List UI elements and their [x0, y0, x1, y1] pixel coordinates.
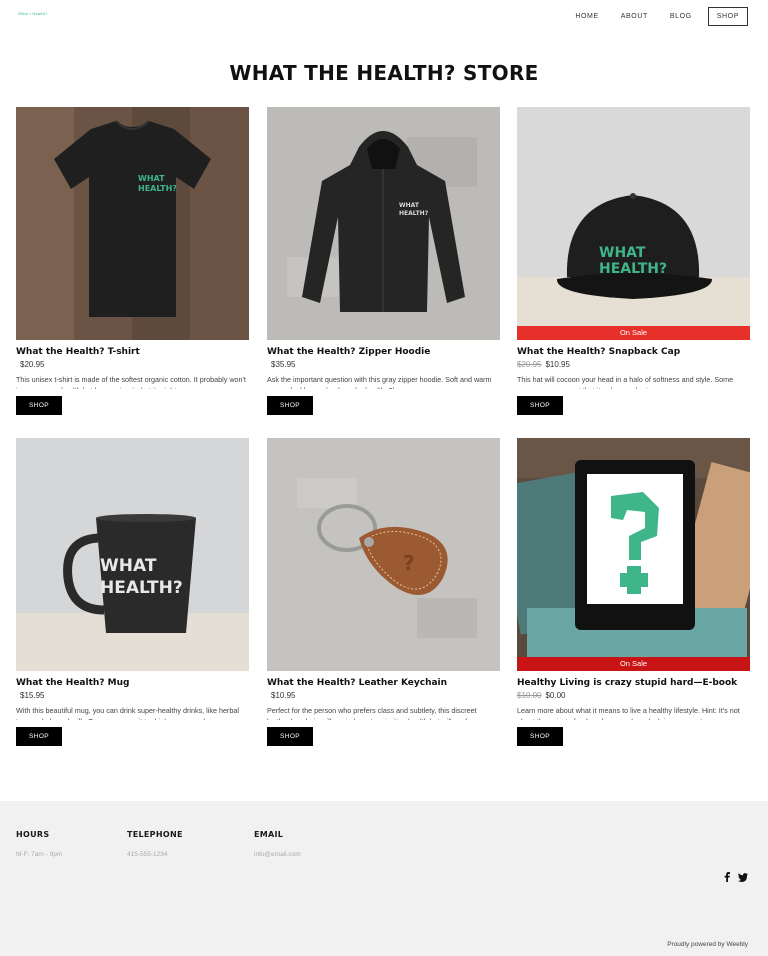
product-price: $15.95: [16, 691, 249, 700]
on-sale-badge: On Sale: [517, 657, 750, 671]
product-price: $35.95: [267, 360, 500, 369]
mockup-text-line1: WHAT: [138, 174, 165, 183]
product-image-mug[interactable]: WHAT HEALTH?: [16, 438, 249, 671]
footer-telephone-label: TELEPHONE: [127, 830, 183, 839]
product-old-price: $20.95: [517, 360, 542, 369]
mockup-text-line1: WHAT: [399, 202, 420, 209]
shop-button[interactable]: SHOP: [16, 396, 62, 415]
footer-hours-value: M-F: 7am - 9pm: [16, 851, 63, 858]
product-description: Ask the important question with this gra…: [267, 375, 492, 389]
product-card: ? What the Health? Leather Keychain $10.…: [267, 438, 500, 746]
product-image-tshirt[interactable]: WHAT HEALTH?: [16, 107, 249, 340]
product-image-keychain[interactable]: ?: [267, 438, 500, 671]
nav-blog[interactable]: BLOG: [670, 13, 692, 20]
mockup-text-line2: HEALTH?: [399, 210, 429, 217]
shop-button[interactable]: SHOP: [267, 396, 313, 415]
mockup-text-line2: HEALTH?: [100, 578, 183, 598]
product-image-hoodie[interactable]: WHAT HEALTH?: [267, 107, 500, 340]
site-logo[interactable]: What • Health?: [18, 11, 48, 16]
product-name[interactable]: Healthy Living is crazy stupid hard—E-bo…: [517, 678, 750, 688]
product-current-price: $20.95: [20, 360, 45, 369]
mockup-text-line1: WHAT: [100, 556, 157, 576]
shop-button[interactable]: SHOP: [16, 727, 62, 746]
mockup-text-line2: HEALTH?: [138, 184, 177, 193]
product-name[interactable]: What the Health? Zipper Hoodie: [267, 347, 500, 357]
product-description: Perfect for the person who prefers class…: [267, 706, 479, 720]
footer-email-value[interactable]: info@email.com: [254, 851, 301, 858]
product-name[interactable]: What the Health? T-shirt: [16, 347, 249, 357]
footer-email: EMAIL info@email.com: [254, 830, 301, 858]
product-image-cap[interactable]: WHAT HEALTH? On Sale: [517, 107, 750, 340]
product-card: WHAT HEALTH? What the Health? T-shirt $2…: [16, 107, 249, 415]
product-price: $20.95 $10.95: [517, 360, 750, 369]
nav-home[interactable]: HOME: [575, 13, 598, 20]
product-price: $10.95: [267, 691, 500, 700]
product-description: This unisex t-shirt is made of the softe…: [16, 375, 246, 389]
product-description: This hat will cocoon your head in a halo…: [517, 375, 734, 389]
product-name[interactable]: What the Health? Mug: [16, 678, 249, 688]
product-name[interactable]: What the Health? Leather Keychain: [267, 678, 500, 688]
shop-button[interactable]: SHOP: [517, 727, 563, 746]
product-price: $10.00 $0.00: [517, 691, 750, 700]
social-links: [716, 869, 748, 887]
footer-telephone-value[interactable]: 415-555-1234: [127, 851, 183, 858]
product-card: WHAT HEALTH? What the Health? Mug $15.95…: [16, 438, 249, 746]
footer-email-label: EMAIL: [254, 830, 284, 839]
mockup-text-line1: WHAT: [599, 245, 646, 261]
shop-button[interactable]: SHOP: [517, 396, 563, 415]
product-card: WHAT HEALTH? On Sale What the Health? Sn…: [517, 107, 750, 415]
product-current-price: $15.95: [20, 691, 45, 700]
footer-telephone: TELEPHONE 415-555-1234: [127, 830, 183, 858]
product-card: WHAT HEALTH? What the Health? Zipper Hoo…: [267, 107, 500, 415]
main-nav: HOME ABOUT BLOG SHOP: [553, 7, 748, 26]
site-footer: HOURS M-F: 7am - 9pm TELEPHONE 415-555-1…: [0, 801, 768, 956]
footer-hours: HOURS M-F: 7am - 9pm: [16, 830, 62, 858]
product-description: Learn more about what it means to live a…: [517, 706, 740, 720]
product-image-ebook[interactable]: On Sale: [517, 438, 750, 671]
product-current-price: $10.95: [545, 360, 570, 369]
facebook-icon[interactable]: [724, 869, 730, 887]
product-current-price: $0.00: [545, 691, 566, 700]
product-price: $20.95: [16, 360, 249, 369]
product-description: With this beautiful mug, you can drink s…: [16, 706, 239, 720]
product-current-price: $10.95: [271, 691, 296, 700]
mockup-question-mark: ?: [403, 551, 415, 575]
nav-about[interactable]: ABOUT: [621, 13, 648, 20]
site-header: What • Health? HOME ABOUT BLOG SHOP: [0, 0, 768, 32]
powered-by[interactable]: Proudly powered by Weebly: [667, 941, 748, 948]
footer-hours-label: HOURS: [16, 830, 50, 839]
nav-shop[interactable]: SHOP: [707, 7, 748, 26]
product-current-price: $35.95: [271, 360, 296, 369]
product-card: On Sale Healthy Living is crazy stupid h…: [517, 438, 750, 746]
mockup-text-line2: HEALTH?: [599, 261, 667, 277]
product-name[interactable]: What the Health? Snapback Cap: [517, 347, 750, 357]
product-old-price: $10.00: [517, 691, 542, 700]
shop-button[interactable]: SHOP: [267, 727, 313, 746]
twitter-icon[interactable]: [738, 869, 748, 887]
on-sale-badge: On Sale: [517, 326, 750, 340]
page-title: WHAT THE HEALTH? STORE: [229, 61, 539, 85]
